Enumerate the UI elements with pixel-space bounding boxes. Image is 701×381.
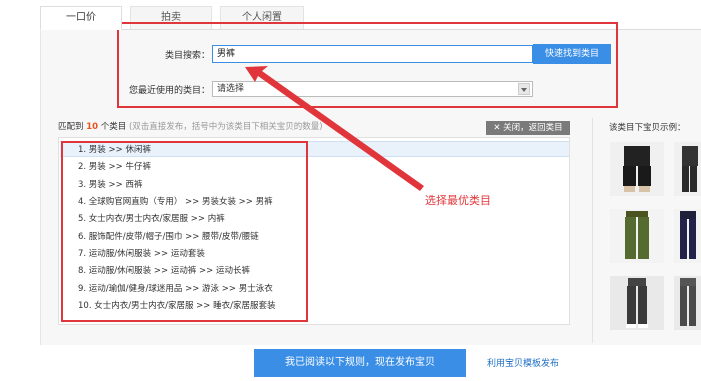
annotation-label: 选择最优类目 <box>425 194 491 207</box>
tab-fixed-price[interactable]: 一口价 <box>40 6 122 30</box>
template-publish-link[interactable]: 利用宝贝模板发布 <box>487 356 559 369</box>
publish-item-button[interactable]: 我已阅读以下规则，现在发布宝贝 <box>254 349 466 377</box>
annotation-arrow <box>245 66 424 191</box>
arrow-shape <box>245 66 424 191</box>
